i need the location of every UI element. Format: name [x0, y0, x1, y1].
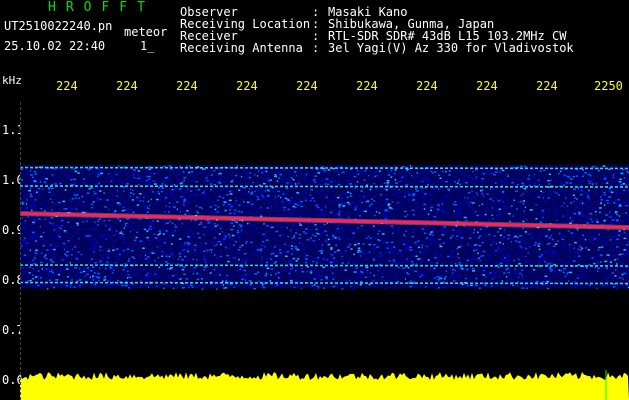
mode-label: meteor [124, 25, 168, 39]
time-tick: 2250 [594, 79, 623, 93]
time-tick: 224 [176, 79, 198, 93]
antenna-label: Receiving Antenna [180, 41, 303, 55]
frequency-unit-label: kHz [2, 74, 22, 87]
time-tick: 224 [356, 79, 378, 93]
time-tick: 224 [416, 79, 438, 93]
time-tick: 224 [236, 79, 258, 93]
spectrogram-left-divider [20, 102, 21, 400]
time-tick: 224 [476, 79, 498, 93]
app-title: HROFFT [48, 0, 155, 15]
time-tick: 224 [56, 79, 78, 93]
time-tick: 224 [116, 79, 138, 93]
antenna-separator: : [312, 41, 320, 55]
date-time: 25.10.02 22:40 [4, 39, 106, 53]
time-tick: 224 [536, 79, 558, 93]
spectrogram-canvas [20, 165, 629, 400]
time-tick: 224 [296, 79, 318, 93]
antenna-value: 3el Yagi(V) Az 330 for Vladivostok [328, 41, 574, 55]
signal-footer [20, 372, 629, 400]
spectrogram [20, 100, 629, 400]
hrofft-window: HROFFT UT2510022240.pn meteor 25.10.02 2… [0, 0, 629, 400]
page-marker: 1_ [140, 39, 155, 53]
file-name: UT2510022240.pn [4, 19, 113, 33]
